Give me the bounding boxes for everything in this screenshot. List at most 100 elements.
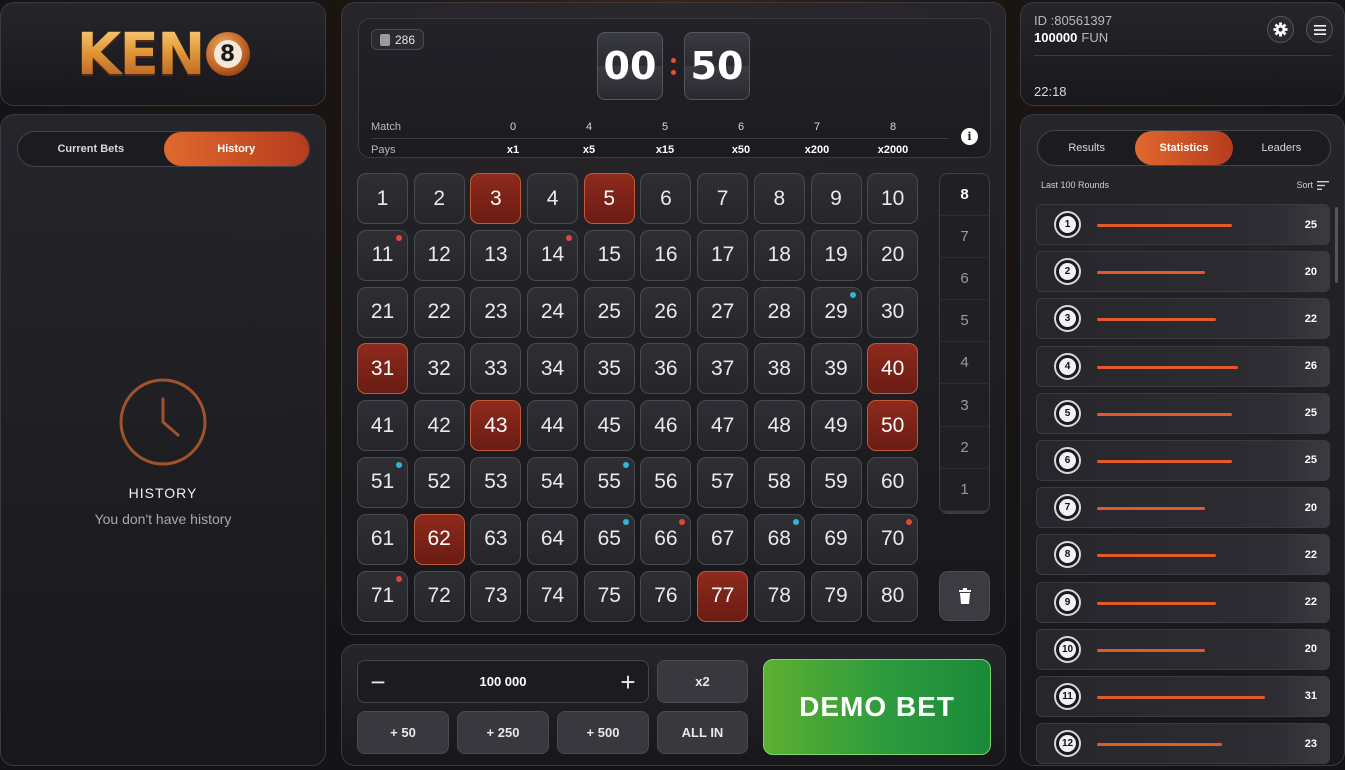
number-cell-2[interactable]: 2 (413, 173, 465, 224)
number-cell-63[interactable]: 63 (470, 513, 522, 565)
number-cell-45[interactable]: 45 (583, 400, 635, 452)
tab-leaders[interactable]: Leaders (1233, 131, 1330, 165)
number-cell-77[interactable]: 77 (697, 570, 749, 622)
number-cell-39[interactable]: 39 (810, 343, 862, 395)
number-cell-54[interactable]: 54 (527, 456, 579, 508)
pick-count-5[interactable]: 5 (940, 300, 989, 343)
pick-count-6[interactable]: 6 (940, 258, 989, 301)
number-cell-65[interactable]: 65 (583, 513, 635, 565)
double-stake-button[interactable]: x2 (657, 660, 748, 703)
add-250-button[interactable]: + 250 (457, 711, 549, 754)
number-cell-28[interactable]: 28 (753, 286, 805, 338)
number-cell-68[interactable]: 68 (753, 513, 805, 565)
info-icon[interactable]: i (961, 128, 978, 145)
number-cell-30[interactable]: 30 (867, 286, 919, 338)
number-cell-55[interactable]: 55 (583, 456, 635, 508)
pick-count-2[interactable]: 2 (940, 427, 989, 469)
tab-current-bets[interactable]: Current Bets (18, 132, 164, 166)
pick-count-3[interactable]: 3 (940, 384, 989, 427)
number-cell-75[interactable]: 75 (583, 570, 635, 622)
pick-count-7[interactable]: 7 (940, 216, 989, 259)
number-cell-52[interactable]: 52 (413, 456, 465, 508)
number-cell-49[interactable]: 49 (810, 400, 862, 452)
add-500-button[interactable]: + 500 (557, 711, 649, 754)
number-cell-6[interactable]: 6 (640, 173, 692, 224)
clear-button[interactable] (939, 571, 990, 621)
number-cell-50[interactable]: 50 (867, 400, 919, 452)
number-cell-64[interactable]: 64 (527, 513, 579, 565)
number-cell-1[interactable]: 1 (357, 173, 408, 224)
tab-history[interactable]: History (163, 132, 309, 166)
number-cell-19[interactable]: 19 (810, 229, 862, 281)
number-cell-59[interactable]: 59 (810, 456, 862, 508)
number-cell-72[interactable]: 72 (413, 570, 465, 622)
menu-button[interactable] (1306, 16, 1333, 43)
number-cell-8[interactable]: 8 (753, 173, 805, 224)
number-cell-42[interactable]: 42 (413, 400, 465, 452)
number-cell-27[interactable]: 27 (697, 286, 749, 338)
number-cell-35[interactable]: 35 (583, 343, 635, 395)
increase-stake-button[interactable]: + (618, 669, 638, 695)
number-cell-23[interactable]: 23 (470, 286, 522, 338)
number-cell-20[interactable]: 20 (867, 229, 919, 281)
number-cell-13[interactable]: 13 (470, 229, 522, 281)
number-cell-80[interactable]: 80 (867, 570, 919, 622)
number-cell-67[interactable]: 67 (697, 513, 749, 565)
number-cell-73[interactable]: 73 (470, 570, 522, 622)
shuffle-button[interactable] (940, 510, 989, 513)
number-cell-26[interactable]: 26 (640, 286, 692, 338)
demo-bet-button[interactable]: DEMO BET (763, 659, 991, 755)
number-cell-37[interactable]: 37 (697, 343, 749, 395)
number-cell-41[interactable]: 41 (357, 400, 408, 452)
number-cell-7[interactable]: 7 (697, 173, 749, 224)
number-cell-78[interactable]: 78 (753, 570, 805, 622)
number-cell-58[interactable]: 58 (753, 456, 805, 508)
stake-input[interactable]: − 100 000 + (357, 660, 649, 703)
number-cell-33[interactable]: 33 (470, 343, 522, 395)
number-cell-29[interactable]: 29 (810, 286, 862, 338)
number-cell-9[interactable]: 9 (810, 173, 862, 224)
number-cell-43[interactable]: 43 (470, 400, 522, 452)
number-cell-53[interactable]: 53 (470, 456, 522, 508)
all-in-button[interactable]: ALL IN (657, 711, 748, 754)
number-cell-16[interactable]: 16 (640, 229, 692, 281)
number-cell-4[interactable]: 4 (527, 173, 579, 224)
number-cell-44[interactable]: 44 (527, 400, 579, 452)
number-cell-60[interactable]: 60 (867, 456, 919, 508)
tab-results[interactable]: Results (1038, 131, 1135, 165)
number-cell-36[interactable]: 36 (640, 343, 692, 395)
decrease-stake-button[interactable]: − (368, 669, 388, 695)
sort-button[interactable]: Sort (1296, 180, 1329, 190)
number-cell-51[interactable]: 51 (357, 456, 408, 508)
tab-statistics[interactable]: Statistics (1135, 131, 1233, 165)
number-cell-66[interactable]: 66 (640, 513, 692, 565)
number-cell-31[interactable]: 31 (357, 343, 408, 395)
number-cell-18[interactable]: 18 (753, 229, 805, 281)
number-cell-15[interactable]: 15 (583, 229, 635, 281)
number-cell-61[interactable]: 61 (357, 513, 408, 565)
number-cell-11[interactable]: 11 (357, 229, 408, 281)
number-cell-25[interactable]: 25 (583, 286, 635, 338)
number-cell-47[interactable]: 47 (697, 400, 749, 452)
number-cell-71[interactable]: 71 (357, 570, 408, 622)
number-cell-57[interactable]: 57 (697, 456, 749, 508)
number-cell-32[interactable]: 32 (413, 343, 465, 395)
pick-count-8[interactable]: 8 (940, 174, 989, 217)
number-cell-76[interactable]: 76 (640, 570, 692, 622)
number-cell-14[interactable]: 14 (527, 229, 579, 281)
number-cell-3[interactable]: 3 (470, 173, 522, 224)
stake-amount[interactable]: 100 000 (480, 674, 527, 689)
pick-count-4[interactable]: 4 (940, 342, 989, 385)
number-cell-22[interactable]: 22 (413, 286, 465, 338)
number-cell-48[interactable]: 48 (753, 400, 805, 452)
number-cell-69[interactable]: 69 (810, 513, 862, 565)
number-cell-24[interactable]: 24 (527, 286, 579, 338)
add-50-button[interactable]: + 50 (357, 711, 449, 754)
number-cell-17[interactable]: 17 (697, 229, 749, 281)
number-cell-34[interactable]: 34 (527, 343, 579, 395)
number-cell-5[interactable]: 5 (583, 173, 635, 224)
number-cell-40[interactable]: 40 (867, 343, 919, 395)
number-cell-12[interactable]: 12 (413, 229, 465, 281)
number-cell-10[interactable]: 10 (867, 173, 919, 224)
number-cell-46[interactable]: 46 (640, 400, 692, 452)
